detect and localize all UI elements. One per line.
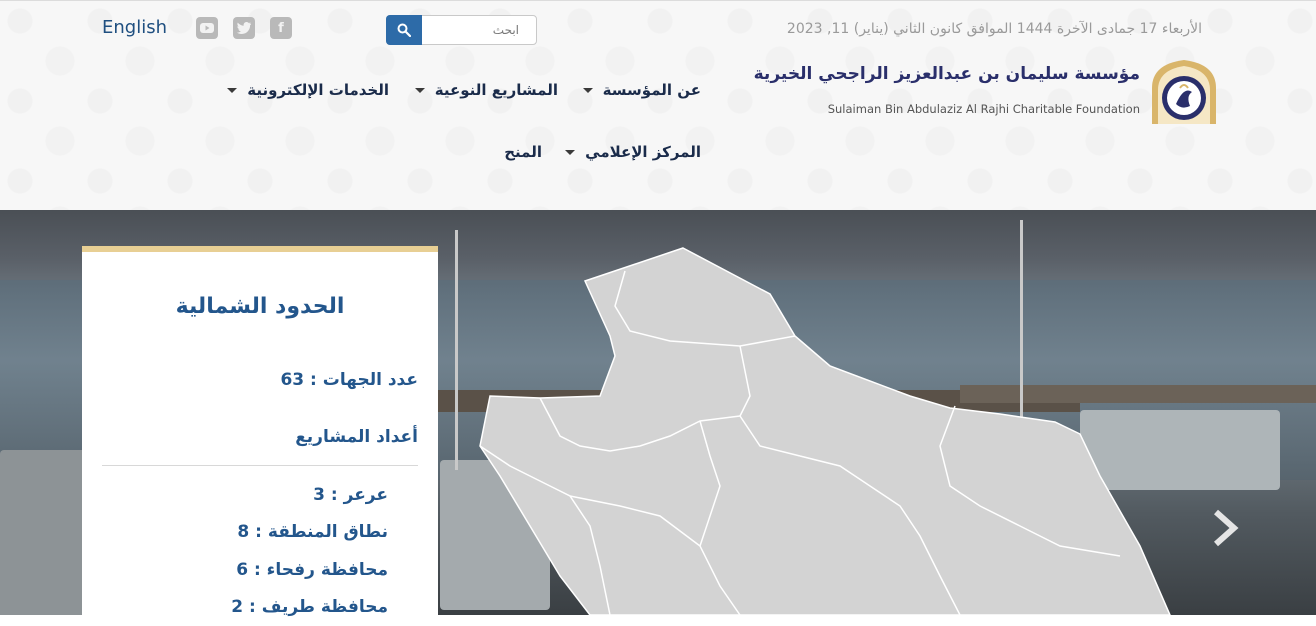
divider (102, 465, 418, 466)
region-info-panel: الحدود الشمالية عدد الجهات : 63 أعداد ال… (82, 246, 438, 626)
chevron-down-icon (414, 87, 425, 93)
nav-about-label: عن المؤسسة (602, 81, 701, 99)
region-item-arar: عرعر : 3 (313, 485, 388, 505)
nav-projects-label: المشاريع النوعية (434, 81, 558, 99)
foundation-logo[interactable]: مؤسسة سليمان بن عبدالعزيز الراجحي الخيري… (754, 58, 1222, 128)
nav-e-services-label: الخدمات الإلكترونية (247, 81, 389, 99)
region-item-turaif: محافظة طريف : 2 (231, 597, 388, 617)
nav-about[interactable]: عن المؤسسة (582, 81, 701, 99)
projects-heading: أعداد المشاريع (295, 427, 418, 447)
chevron-right-icon[interactable] (1208, 508, 1242, 548)
chevron-down-icon (227, 87, 238, 93)
logo-arabic-name: مؤسسة سليمان بن عبدالعزيز الراجحي الخيري… (753, 64, 1140, 84)
nav-projects[interactable]: المشاريع النوعية (414, 81, 558, 99)
nav-grants[interactable]: المنح (504, 143, 542, 161)
nav-media-center-label: المركز الإعلامي (585, 143, 701, 161)
logo-emblem-icon (1152, 60, 1216, 124)
map-outline (479, 247, 1171, 615)
nav-e-services[interactable]: الخدمات الإلكترونية (227, 81, 389, 99)
search-icon (397, 23, 411, 37)
search-input[interactable] (423, 16, 533, 44)
logo-english-name: Sulaiman Bin Abdulaziz Al Rajhi Charitab… (827, 102, 1140, 116)
panel-title: الحدود الشمالية (175, 294, 345, 319)
language-link[interactable]: English (102, 17, 167, 38)
entities-count: عدد الجهات : 63 (280, 370, 418, 390)
nav-media-center[interactable]: المركز الإعلامي (565, 143, 701, 161)
nav-grants-label: المنح (504, 143, 542, 161)
youtube-icon[interactable] (196, 17, 218, 39)
date-text: الأربعاء 17 جمادى الآخرة 1444 الموافق كا… (786, 21, 1202, 37)
region-item-rafha: محافظة رفحاء : 6 (236, 560, 388, 580)
facebook-icon[interactable]: f (270, 17, 292, 39)
chevron-down-icon (582, 87, 593, 93)
chevron-down-icon (565, 149, 576, 155)
search-box (386, 15, 537, 45)
search-button[interactable] (386, 15, 422, 45)
site-header: الأربعاء 17 جمادى الآخرة 1444 الموافق كا… (0, 0, 1316, 211)
region-item-area-scope: نطاق المنطقة : 8 (237, 522, 388, 542)
region-map[interactable] (440, 246, 1180, 615)
twitter-icon[interactable] (233, 17, 255, 39)
